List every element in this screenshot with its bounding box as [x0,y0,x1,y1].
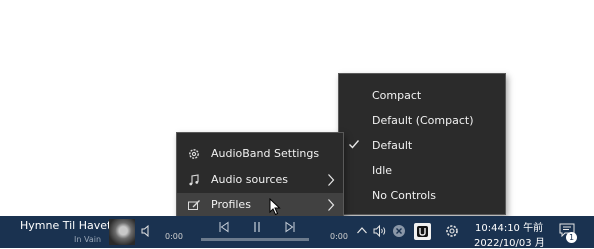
gear-icon [189,149,199,159]
profile-item-no-controls[interactable]: No Controls [339,184,505,208]
profile-label: No Controls [372,189,436,202]
song-artist[interactable]: In Vain [74,235,101,244]
song-title[interactable]: Hymne Til Havet [20,219,111,232]
chevron-right-icon [328,174,335,186]
menu-item-audio-sources[interactable]: Audio sources [177,168,343,192]
time-total: 0:00 [330,232,348,241]
checkmark-icon [349,140,360,149]
next-track-icon[interactable] [284,221,296,233]
profile-label: Default (Compact) [372,114,474,127]
clock-date[interactable]: 2022/10/03 月 [474,234,545,249]
previous-track-icon[interactable] [218,221,230,233]
volume-icon[interactable] [141,225,153,237]
menu-item-audioband-settings[interactable]: AudioBand Settings [177,142,343,166]
menu-item-label: Profiles [211,198,251,211]
profile-pencil-icon [188,200,200,210]
profile-item-compact[interactable]: Compact [339,84,505,108]
music-note-icon [189,174,199,186]
pause-icon[interactable] [252,221,262,233]
profile-item-default[interactable]: Default [339,134,505,158]
profile-item-idle[interactable]: Idle [339,159,505,183]
profile-label: Compact [372,89,422,102]
menu-item-profiles[interactable]: Profiles [177,193,343,217]
notification-badge: 1 [566,232,577,243]
time-elapsed: 0:00 [165,232,183,241]
settings-gear-icon[interactable] [444,223,460,239]
album-art[interactable] [109,219,135,245]
profile-item-default-compact[interactable]: Default (Compact) [339,109,505,133]
app-logo-icon [417,226,428,237]
menu-item-label: Audio sources [211,173,289,186]
audioband-context-menu: AudioBand Settings Audio sources Profile… [176,132,344,222]
mouse-cursor-icon [269,198,281,216]
profile-label: Default [372,139,413,152]
profiles-submenu: Compact Default (Compact) Default Idle N… [338,73,506,215]
progress-bar[interactable] [201,238,309,241]
menu-item-label: AudioBand Settings [211,147,320,160]
disconnected-icon[interactable] [392,224,406,238]
speaker-icon[interactable] [373,224,387,238]
tray-app-icon[interactable] [414,223,431,240]
clock-time[interactable]: 10:44:10 午前 [475,219,543,234]
chevron-up-icon[interactable] [356,225,368,235]
chevron-right-icon [328,199,335,211]
profile-label: Idle [372,164,393,177]
taskbar: Hymne Til Havet In Vain 0:00 0:00 10:44:… [0,216,594,249]
